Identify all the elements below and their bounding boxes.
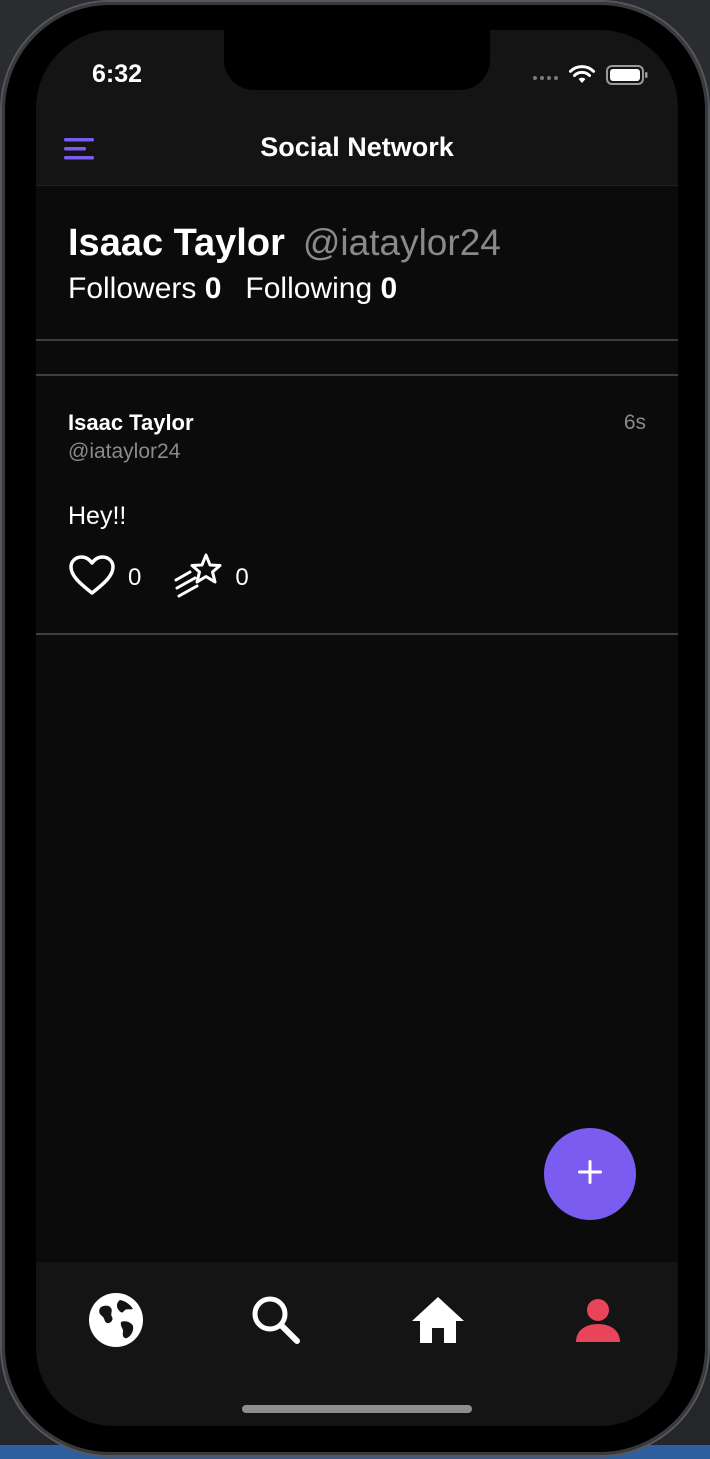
- tab-profile[interactable]: [568, 1292, 628, 1352]
- person-icon: [574, 1296, 622, 1349]
- page-title: Social Network: [260, 132, 454, 162]
- profile-stats: Followers 0 Following 0: [68, 272, 397, 306]
- divider: [36, 341, 678, 376]
- battery-icon: [606, 65, 648, 90]
- star-count: 0: [235, 563, 249, 591]
- shooting-star-icon: [173, 552, 223, 603]
- followers-stat[interactable]: Followers 0: [68, 272, 221, 306]
- home-indicator: [242, 1405, 472, 1413]
- following-label: Following: [245, 272, 373, 305]
- post-actions: 0 0: [68, 552, 281, 603]
- tab-bar: [36, 1262, 678, 1426]
- post-text: Hey!!: [68, 502, 127, 530]
- profile-header: Isaac Taylor @iataylor24 Followers 0 Fol…: [36, 186, 678, 341]
- post-handle: @iataylor24: [68, 440, 181, 463]
- following-count: 0: [380, 272, 398, 305]
- followers-count: 0: [204, 272, 222, 305]
- status-icons: [533, 64, 648, 91]
- post-author: Isaac Taylor: [68, 410, 194, 435]
- profile-name-row: Isaac Taylor @iataylor24: [68, 222, 501, 265]
- wifi-icon: [568, 64, 596, 91]
- profile-handle: @iataylor24: [302, 222, 501, 263]
- tab-home[interactable]: [408, 1292, 468, 1352]
- heart-icon: [68, 554, 116, 601]
- new-post-button[interactable]: [544, 1128, 636, 1220]
- search-icon: [250, 1294, 302, 1351]
- star-button[interactable]: 0: [173, 552, 249, 603]
- following-stat[interactable]: Following 0: [245, 272, 397, 306]
- tab-globe[interactable]: [86, 1292, 146, 1352]
- followers-label: Followers: [68, 272, 197, 305]
- plus-icon: [577, 1159, 603, 1190]
- globe-icon: [87, 1291, 145, 1354]
- navigation-bar: Social Network: [36, 110, 678, 186]
- status-time: 6:32: [92, 60, 143, 88]
- tab-search[interactable]: [246, 1292, 306, 1352]
- post-timestamp: 6s: [623, 411, 646, 434]
- phone-screen: 6:32 Social Network Isaac Taylor @iatayl…: [36, 30, 678, 1426]
- signal-dots-icon: [533, 75, 558, 80]
- like-count: 0: [128, 563, 142, 591]
- post-item[interactable]: Isaac Taylor @iataylor24 6s Hey!! 0 0: [36, 376, 678, 635]
- notch: [224, 30, 490, 90]
- phone-frame: 6:32 Social Network Isaac Taylor @iatayl…: [2, 2, 708, 1455]
- like-button[interactable]: 0: [68, 554, 141, 601]
- profile-name: Isaac Taylor: [68, 222, 285, 264]
- home-icon: [410, 1295, 466, 1350]
